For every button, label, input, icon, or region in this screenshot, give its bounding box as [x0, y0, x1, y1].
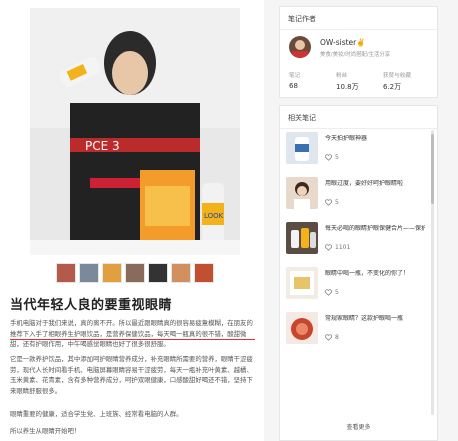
avatar[interactable]	[289, 36, 311, 58]
stat-value-fans: 10.8万	[336, 83, 359, 91]
svg-text:PCE 3: PCE 3	[85, 139, 120, 153]
related-note-item[interactable]: 常规家眼睛？这款护眼喝一瓶 8	[286, 312, 431, 348]
post-main-image[interactable]: PCE 3 LOOK	[30, 8, 240, 255]
heart-icon	[325, 244, 332, 251]
author-name[interactable]: OW-sister✌️	[320, 38, 366, 47]
post-paragraph: 所以养生从眼睛开始吧！	[10, 427, 81, 435]
post-photo-illustration: PCE 3 LOOK	[30, 8, 240, 255]
like-count: 1101	[325, 244, 350, 251]
thumbnail[interactable]	[79, 263, 99, 283]
like-count-value: 5	[335, 289, 339, 296]
like-count-value: 8	[335, 334, 339, 341]
related-note-title: 每天必喝的眼睛护眼保健合片——保护眼睛必备	[325, 225, 425, 232]
author-card-title: 笔记作者	[288, 15, 316, 23]
related-note-title: 常规家眼睛？这款护眼喝一瓶	[325, 315, 404, 322]
like-count-value: 5	[335, 154, 339, 161]
related-note-title: 用眼过度，要好好呵护眼睛啦	[325, 180, 404, 187]
stat-label-fans: 粉丝	[336, 73, 348, 79]
related-notes-card: 相关笔记 今天拍护眼神器 5 用眼过度，要好好呵护眼睛啦 5 每天必喝的眼睛护眼…	[279, 105, 438, 441]
thumbnail-strip	[56, 263, 214, 283]
author-tags: 美食/美妆/时尚搭配/生活分享	[320, 52, 391, 58]
heart-icon	[325, 289, 332, 296]
thumbnail[interactable]	[148, 263, 168, 283]
like-count: 8	[325, 334, 339, 341]
related-note-item[interactable]: 每天必喝的眼睛护眼保健合片——保护眼睛必备 1101	[286, 222, 431, 258]
main-content: PCE 3 LOOK 当代年轻人良的要重视眼睛 手机电脑对于我们来说，真的离不开…	[0, 0, 264, 441]
heart-icon	[325, 154, 332, 161]
divider	[280, 128, 437, 129]
highlight-underline	[10, 339, 255, 340]
thumbnail[interactable]	[102, 263, 122, 283]
thumbnail[interactable]	[56, 263, 76, 283]
heart-icon	[325, 199, 332, 206]
thumbnail[interactable]	[125, 263, 145, 283]
related-note-thumbnail	[286, 177, 318, 209]
post-paragraph: 它是一款养护饮品，其中添加呵护眼睛营养成分，补充眼睛所需要的营养，眼睛干涩疲劳，…	[10, 355, 253, 395]
stat-label-notes: 笔记	[289, 73, 301, 79]
like-count: 5	[325, 289, 339, 296]
svg-text:LOOK: LOOK	[204, 212, 224, 220]
scrollbar-thumb[interactable]	[431, 134, 434, 204]
stat-label-likes: 获赞与收藏	[383, 73, 411, 79]
like-count: 5	[325, 199, 339, 206]
related-note-item[interactable]: 眼睛中喝一瓶，不变化的你了！ 5	[286, 267, 431, 303]
stat-value-likes: 6.2万	[383, 83, 402, 91]
heart-icon	[325, 334, 332, 341]
like-count: 5	[325, 154, 339, 161]
thumbnail[interactable]	[194, 263, 214, 283]
related-note-title: 今天拍护眼神器	[325, 135, 368, 142]
related-note-item[interactable]: 用眼过度，要好好呵护眼睛啦 5	[286, 177, 431, 213]
thumbnail[interactable]	[171, 263, 191, 283]
like-count-value: 1101	[335, 244, 351, 251]
related-note-thumbnail	[286, 222, 318, 254]
author-card: 笔记作者 OW-sister✌️ 美食/美妆/时尚搭配/生活分享 笔记 68 粉…	[279, 6, 438, 98]
divider	[280, 29, 437, 30]
related-note-thumbnail	[286, 267, 318, 299]
post-paragraph: 眼睛重要的健康，适合学生党、上班族、经常看电脑的人群。	[10, 410, 183, 418]
stat-value-notes: 68	[289, 82, 298, 90]
view-more-link[interactable]: 查看更多	[280, 422, 437, 431]
related-note-thumbnail	[286, 312, 318, 344]
related-note-item[interactable]: 今天拍护眼神器 5	[286, 132, 431, 168]
post-title: 当代年轻人良的要重视眼睛	[10, 298, 173, 313]
related-note-title: 眼睛中喝一瓶，不变化的你了！	[325, 270, 410, 277]
like-count-value: 5	[335, 199, 339, 206]
related-card-title: 相关笔记	[288, 114, 316, 122]
related-note-thumbnail	[286, 132, 318, 164]
